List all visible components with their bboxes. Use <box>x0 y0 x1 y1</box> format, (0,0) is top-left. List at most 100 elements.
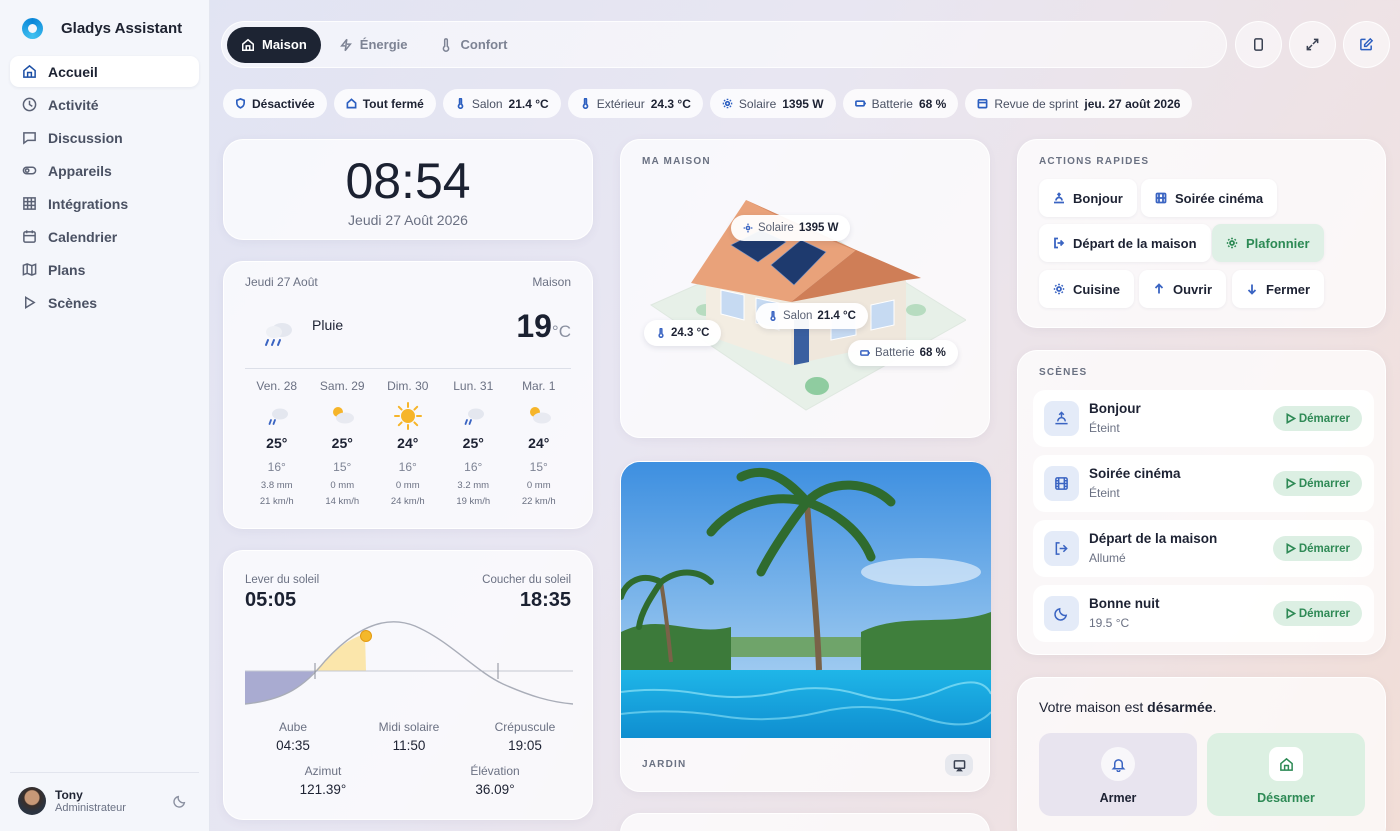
garden-camera-image[interactable] <box>621 462 991 738</box>
tab-label: Maison <box>262 37 307 52</box>
dashboard-tabs: Maison Énergie Confort <box>221 21 1227 68</box>
forecast-low: 16° <box>267 460 286 474</box>
partly-cloudy-icon <box>333 407 355 424</box>
sidebar-item-appareils[interactable]: Appareils <box>10 155 199 186</box>
forecast-high: 25° <box>266 435 288 451</box>
forecast-rain: 0 mm <box>395 480 420 491</box>
arrow-up-icon <box>1154 283 1164 294</box>
play-icon <box>1286 608 1296 619</box>
arm-button[interactable]: Armer <box>1039 733 1197 816</box>
exterior-temp-chip[interactable]: Extérieur 24.3 °C <box>567 89 703 118</box>
home-icon <box>242 38 254 51</box>
tab-maison[interactable]: Maison <box>227 26 321 63</box>
sidebar-item-activite[interactable]: Activité <box>10 89 199 120</box>
quick-action-label: Départ de la maison <box>1073 235 1197 251</box>
sun-curve <box>245 621 573 705</box>
sidebar-item-label: Appareils <box>48 162 112 179</box>
sidebar-nav: Accueil Activité Discussion Appareils In… <box>10 56 199 320</box>
scene-name: Départ de la maison <box>1089 531 1218 546</box>
clock-card: 08:54 Jeudi 27 Août 2026 <box>223 139 593 240</box>
shield-icon <box>236 98 245 109</box>
sunrise-label: Lever du soleil <box>245 574 320 586</box>
quick-action-label: Soirée cinéma <box>1175 190 1264 206</box>
logout-icon <box>1055 542 1068 555</box>
vegetation <box>621 623 731 672</box>
bush <box>906 304 926 316</box>
scene-name: Soirée cinéma <box>1089 466 1181 481</box>
sidebar-item-accueil[interactable]: Accueil <box>10 56 199 87</box>
quick-action-bonjour[interactable]: Bonjour <box>1039 179 1137 217</box>
chip-label: Batterie <box>875 347 915 359</box>
sidebar-item-scenes[interactable]: Scènes <box>10 287 199 318</box>
house-card: Ma maison Solaire 1395 W 24.3 °C Salon 21.… <box>620 139 990 438</box>
sidebar-item-calendrier[interactable]: Calendrier <box>10 221 199 252</box>
sidebar-item-label: Plans <box>48 261 86 278</box>
sun-icon <box>393 402 422 430</box>
brand[interactable]: Gladys Assistant <box>22 18 182 39</box>
forecast-day-name: Sam. 29 <box>319 379 365 393</box>
dark-mode-toggle[interactable] <box>173 794 187 808</box>
play-icon <box>25 296 36 309</box>
daylight-area <box>315 634 366 671</box>
garden-camera-card: Jardin <box>620 461 991 792</box>
status-chips: Désactivée Tout fermé Salon 21.4 °C Exté… <box>223 89 1193 118</box>
house-battery-chip[interactable]: Batterie 68 % <box>848 340 958 366</box>
quick-actions-card: Actions rapides Bonjour Soirée cinéma Dé… <box>1017 139 1386 328</box>
quick-action-ouvrir[interactable]: Ouvrir <box>1139 270 1227 308</box>
fullscreen-button[interactable] <box>1289 21 1336 68</box>
start-scene-button[interactable]: Démarrer <box>1272 536 1362 561</box>
start-label: Démarrer <box>1298 412 1350 425</box>
tab-confort[interactable]: Confort <box>425 27 521 63</box>
chat-icon <box>23 132 36 145</box>
chip-value: jeu. 27 août 2026 <box>1084 96 1181 111</box>
edit-dashboard-button[interactable] <box>1343 21 1390 68</box>
calendar-event-chip[interactable]: Revue de sprint jeu. 27 août 2026 <box>965 89 1193 118</box>
sidebar-item-label: Discussion <box>48 129 123 146</box>
start-scene-button[interactable]: Démarrer <box>1272 406 1362 431</box>
solar-chip[interactable]: Solaire 1395 W <box>709 89 836 118</box>
forecast-low: 16° <box>398 460 417 474</box>
quick-action-cuisine[interactable]: Cuisine <box>1039 270 1134 308</box>
quick-action-plafonnier[interactable]: Plafonnier <box>1212 224 1324 262</box>
forecast-day-name: Mar. 1 <box>522 379 556 393</box>
sidebar-item-label: Intégrations <box>48 195 129 212</box>
sun-position <box>360 630 372 642</box>
house-exterior-temp-chip[interactable]: 24.3 °C <box>644 320 722 346</box>
alarm-tile-icon <box>1269 747 1303 781</box>
house-solar-chip[interactable]: Solaire 1395 W <box>731 215 851 241</box>
quick-action-fermer[interactable]: Fermer <box>1232 270 1325 308</box>
quick-action-depart[interactable]: Départ de la maison <box>1039 224 1211 262</box>
tablet-mode-button[interactable] <box>1235 21 1282 68</box>
azimuth-value: 121.39° <box>299 782 347 797</box>
temp-unit: °C <box>551 322 571 341</box>
chip-label: Solaire <box>738 96 777 111</box>
tab-label: Confort <box>460 37 508 52</box>
sidebar-item-discussion[interactable]: Discussion <box>10 122 199 153</box>
grid-icon <box>23 197 36 210</box>
weather-location: Maison <box>532 275 571 289</box>
temp-value: 19 <box>516 308 552 344</box>
disarm-button[interactable]: Désarmer <box>1207 733 1365 816</box>
tab-energie[interactable]: Énergie <box>325 27 422 63</box>
house-salon-chip[interactable]: Salon 21.4 °C <box>756 303 868 329</box>
alarm-state: désarmée <box>1147 699 1213 715</box>
quick-action-soiree-cinema[interactable]: Soirée cinéma <box>1141 179 1278 217</box>
sidebar-item-plans[interactable]: Plans <box>10 254 199 285</box>
dusk-time: 19:05 <box>508 738 542 753</box>
alarm-chip[interactable]: Désactivée <box>223 89 327 118</box>
battery-chip[interactable]: Batterie 68 % <box>842 89 959 118</box>
house-title: Ma maison <box>642 156 711 167</box>
salon-temp-chip[interactable]: Salon 21.4 °C <box>442 89 561 118</box>
sun-path-graph <box>245 621 573 705</box>
dawn-time: 04:35 <box>276 738 310 753</box>
thermometer-icon <box>457 98 464 109</box>
alarm-status-text: Votre maison est désarmée. <box>1039 699 1216 715</box>
cast-button[interactable] <box>945 754 973 776</box>
edit-icon <box>1360 37 1374 51</box>
user-profile[interactable]: Tony Administrateur <box>10 772 199 815</box>
start-scene-button[interactable]: Démarrer <box>1272 601 1362 626</box>
forecast-wind: 24 km/h <box>390 496 425 507</box>
sidebar-item-integrations[interactable]: Intégrations <box>10 188 199 219</box>
shutters-chip[interactable]: Tout fermé <box>333 89 436 118</box>
start-scene-button[interactable]: Démarrer <box>1272 471 1362 496</box>
